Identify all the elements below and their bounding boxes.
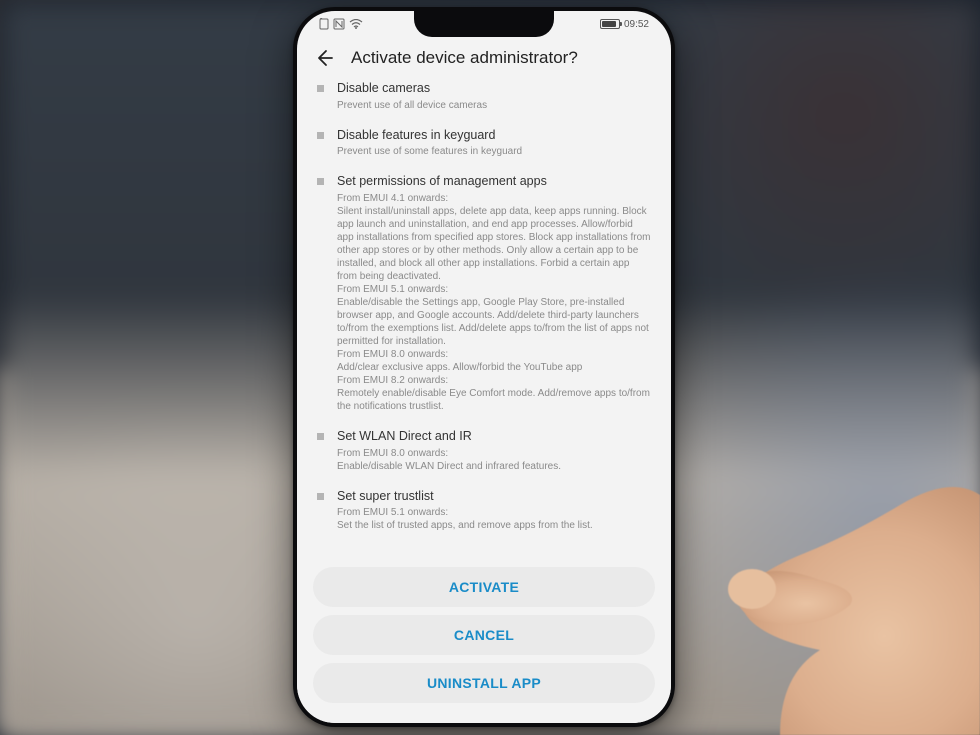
- back-button[interactable]: [313, 47, 335, 69]
- nfc-icon: [333, 18, 345, 30]
- list-item: Disable features in keyguard Prevent use…: [337, 128, 651, 159]
- phone-notch: [414, 11, 554, 37]
- hand-overlay: [520, 375, 980, 735]
- bullet-icon: [317, 178, 324, 185]
- permission-desc: Prevent use of some features in keyguard: [337, 145, 651, 158]
- bullet-icon: [317, 85, 324, 92]
- page-header: Activate device administrator?: [297, 37, 671, 81]
- permission-title: Set permissions of management apps: [337, 174, 651, 190]
- bullet-icon: [317, 493, 324, 500]
- back-arrow-icon: [314, 48, 334, 68]
- sim-icon: [319, 18, 329, 30]
- bullet-icon: [317, 433, 324, 440]
- wifi-icon: [349, 19, 363, 29]
- status-time: 09:52: [624, 19, 649, 30]
- battery-icon: [600, 19, 620, 29]
- permission-title: Disable features in keyguard: [337, 128, 651, 144]
- list-item: Disable cameras Prevent use of all devic…: [337, 81, 651, 112]
- page-title: Activate device administrator?: [351, 48, 578, 68]
- permission-title: Disable cameras: [337, 81, 651, 97]
- bullet-icon: [317, 132, 324, 139]
- permission-desc: Prevent use of all device cameras: [337, 99, 651, 112]
